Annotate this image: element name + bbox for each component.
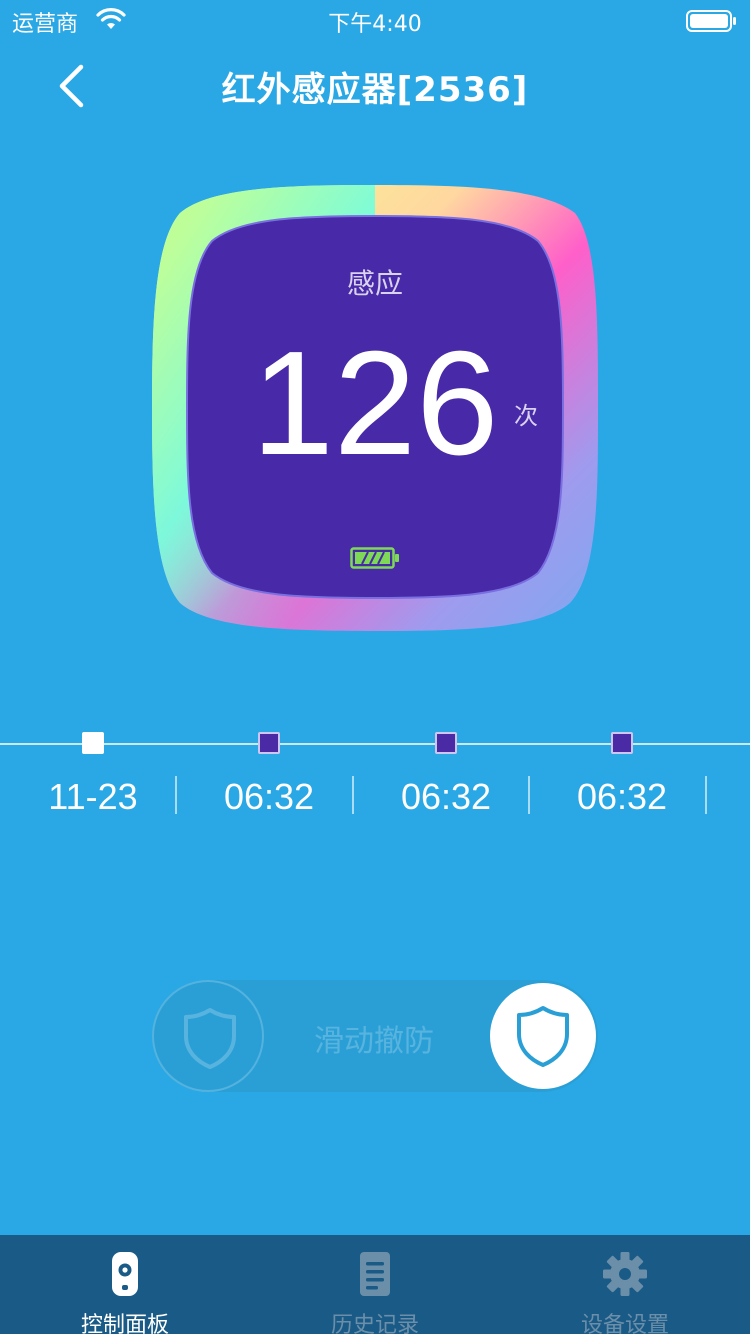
- timeline-time-label: 06:32: [576, 776, 668, 817]
- timeline-axis: [0, 743, 750, 745]
- tab-label: 控制面板: [80, 1313, 169, 1334]
- tab-bar: 控制面板 历史记录 设备设置: [0, 1235, 750, 1334]
- battery-level-icon: [350, 547, 399, 569]
- timeline-separator: [528, 776, 530, 814]
- timeline-separator: [175, 776, 177, 814]
- tab-label: 历史记录: [330, 1313, 419, 1334]
- slider-track-start: [152, 980, 264, 1092]
- timeline-date-label: 11-23: [48, 776, 138, 817]
- tab-history[interactable]: 历史记录: [250, 1235, 500, 1334]
- event-timeline[interactable]: 11-23 06:32 06:32 06:32: [0, 720, 750, 830]
- shield-icon: [517, 1006, 569, 1067]
- nav-bar: 红外感应器[2536]: [0, 40, 750, 128]
- tab-control-panel[interactable]: 控制面板: [0, 1235, 250, 1334]
- count-unit: 次: [514, 402, 538, 430]
- timeline-time-label: 06:32: [400, 776, 492, 817]
- slider-handle[interactable]: [490, 983, 596, 1089]
- timeline-time-label: 06:32: [223, 776, 315, 817]
- page-title: 红外感应器[2536]: [221, 70, 529, 110]
- status-battery-icon: [686, 10, 736, 32]
- gear-icon: [603, 1252, 647, 1296]
- shield-outline-icon: [184, 1008, 236, 1069]
- timeline-separator: [705, 776, 707, 814]
- trigger-count: 126: [251, 321, 499, 486]
- status-clock: 下午4:40: [328, 12, 422, 37]
- timeline-marker-event: [611, 732, 633, 754]
- remote-icon: [112, 1252, 138, 1296]
- tab-device-settings[interactable]: 设备设置: [500, 1235, 750, 1334]
- document-icon: [360, 1252, 390, 1296]
- sensor-label: 感应: [346, 267, 403, 300]
- slider-label: 滑动撤防: [314, 1024, 434, 1059]
- timeline-separator: [352, 776, 354, 814]
- tab-label: 设备设置: [580, 1313, 669, 1334]
- timeline-marker-event: [435, 732, 457, 754]
- timeline-marker-current: [82, 732, 104, 754]
- status-bar: 运营商 下午4:40: [0, 0, 750, 40]
- disarm-slider[interactable]: 滑动撤防: [152, 980, 598, 1092]
- timeline-marker-event: [258, 732, 280, 754]
